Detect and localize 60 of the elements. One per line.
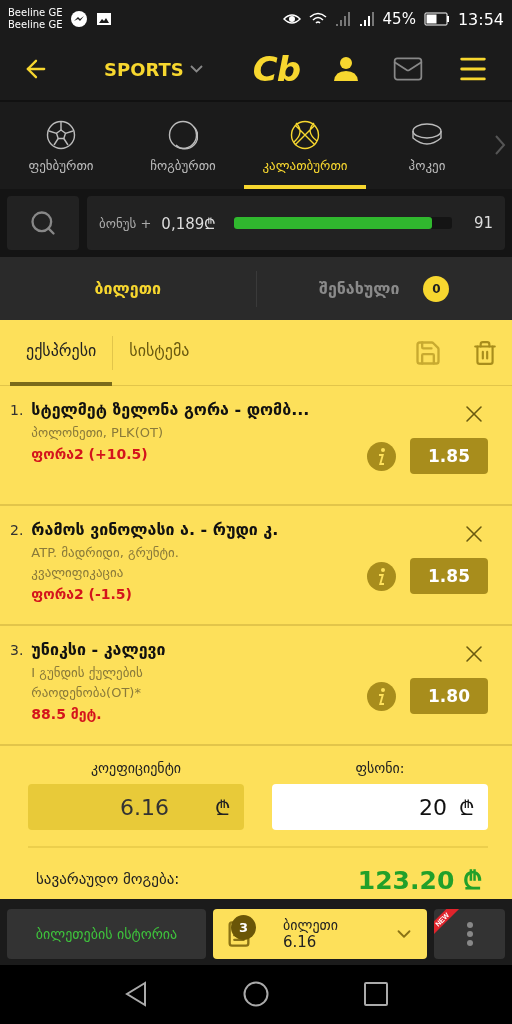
ticket-count-badge: 3: [231, 915, 256, 941]
signal-icon: [334, 11, 351, 28]
vertical-dots-icon: [465, 921, 474, 948]
sport-tab[interactable]: ჩოგბურთი: [122, 101, 244, 189]
image-icon: [96, 11, 113, 28]
ticket-tab[interactable]: ბილეთი: [0, 270, 256, 307]
league-name: I გუნდის ქულების რაოდენობა(OT)*: [31, 664, 144, 703]
ticket-history-button[interactable]: ბილეთების ისტორია: [7, 909, 206, 959]
back-nav-icon[interactable]: [124, 981, 148, 1008]
market-label: 88.5 მეტ.: [31, 706, 103, 723]
ticket-button[interactable]: 3 ბილეთი 6.16: [213, 909, 427, 959]
possible-win-label: სავარაუდო მოგება:: [36, 870, 180, 889]
coefficient-label: კოეფიციენტი: [90, 760, 182, 777]
eye-icon: [282, 12, 301, 27]
bonus-label: ბონუს +: [99, 215, 152, 231]
sport-tab[interactable]: ფეხბურთი: [0, 101, 122, 189]
possible-win-amount: 123.20 ₾: [357, 865, 482, 897]
league-name: ATP. მადრიდი, გრუნტი. კვალიფიკაცია: [31, 544, 180, 583]
ticket-odds: 6.16: [283, 933, 317, 952]
search-icon: [29, 209, 57, 238]
basketball-icon: [290, 119, 320, 150]
signal-icon: [358, 11, 375, 28]
logo: Cb: [252, 49, 301, 90]
saved-count-badge: 0: [423, 275, 450, 302]
stake-value: 20: [419, 794, 447, 820]
stake-label: ფსონი:: [355, 760, 405, 777]
soccer-ball-icon: [46, 119, 76, 150]
clock-time: 13:54: [457, 9, 504, 29]
match-title: უნიკსი - კალევი: [31, 640, 167, 661]
market-label: ფორა2 (+10.5): [31, 446, 149, 463]
search-button[interactable]: [7, 195, 79, 251]
tennis-ball-icon: [168, 119, 198, 150]
recents-nav-icon[interactable]: [364, 982, 388, 1007]
bet-number: 3.: [10, 641, 24, 661]
coefficient-value: 6.16: [120, 794, 169, 820]
messenger-icon: [70, 10, 89, 29]
bonus-count: 91: [473, 214, 493, 233]
bet-number: 2.: [10, 521, 24, 541]
match-title: რამოს ვინოლასი ა. - რუდი კ.: [31, 520, 279, 541]
battery-percentage: 45%: [382, 10, 416, 29]
bet-type-tab[interactable]: ექსპრესი: [10, 319, 113, 386]
match-title: სტელმეტ ზელონა გორა - დომბ...: [31, 400, 310, 421]
chevron-down-icon: [189, 65, 203, 74]
currency-sign: ₾: [459, 794, 474, 821]
bet-type-tab[interactable]: სისტემა: [113, 319, 206, 386]
bet-number: 1.: [10, 401, 24, 421]
battery-icon: [423, 12, 450, 27]
sports-dropdown[interactable]: SPORTS: [64, 58, 203, 80]
currency-sign: ₾: [215, 794, 230, 821]
profile-button[interactable]: [332, 55, 361, 84]
league-name: პოლონეთი, PLK(OT): [31, 424, 164, 443]
carrier-name: Beeline GE: [8, 7, 63, 20]
market-label: ფორა2 (-1.5): [31, 586, 133, 603]
stake-input[interactable]: 20 ₾: [272, 784, 488, 831]
ticket-tab[interactable]: შენახული 0: [255, 270, 512, 307]
sport-tab[interactable]: ჰოკეი: [366, 101, 488, 189]
bonus-amount: 0,189₾: [161, 214, 217, 234]
ticket-label: ბილეთი: [283, 917, 338, 934]
home-nav-icon[interactable]: [243, 981, 269, 1008]
carrier-name: Beeline GE: [8, 19, 63, 32]
